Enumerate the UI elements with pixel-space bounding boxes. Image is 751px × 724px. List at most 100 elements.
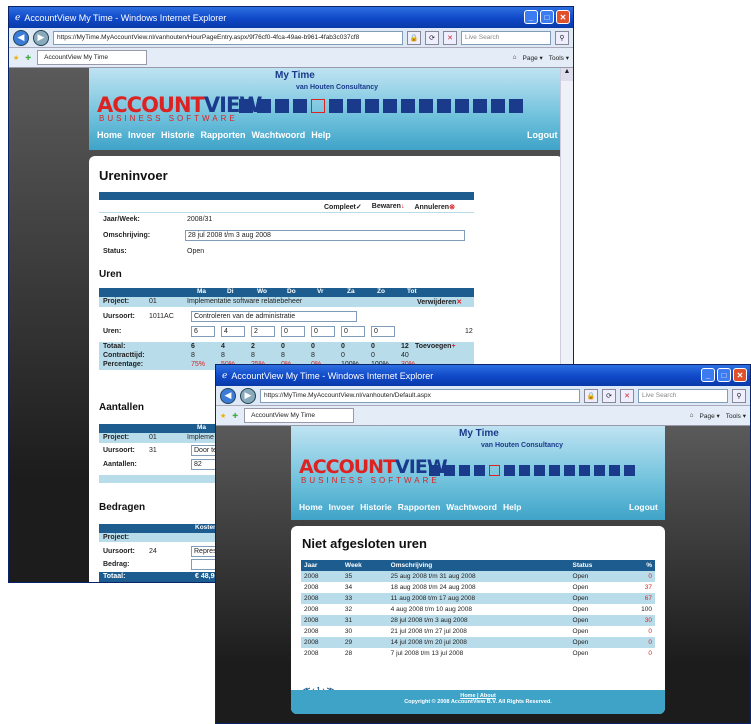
browser-tab-2[interactable]: AccountView My Time [244, 408, 355, 423]
table-row[interactable]: 2008 35 25 aug 2008 t/m 31 aug 2008 Open 0 [301, 571, 655, 582]
menu-home[interactable]: Home [97, 130, 122, 140]
totaal-cell: 12 [401, 343, 409, 350]
bewaren-button[interactable]: Bewaren↓ [372, 203, 405, 211]
search-icon[interactable]: ⚲ [732, 388, 746, 403]
scroll-up-icon[interactable]: ▲ [561, 68, 573, 81]
favorites-star-icon[interactable]: ★ [13, 54, 19, 62]
table-cell: 35 [344, 573, 353, 580]
table-header: Jaar Week Omschrijving Status% [301, 560, 655, 571]
menu-help[interactable]: Help [311, 130, 331, 140]
ie-icon: ℯ [15, 12, 21, 22]
menu-help[interactable]: Help [503, 502, 521, 512]
project-name: Implementatie software relatiebeheer [187, 298, 303, 305]
table-row[interactable]: 2008 29 14 jul 2008 t/m 20 jul 2008 Open 0 [301, 637, 655, 648]
minimize-button[interactable]: _ [701, 368, 715, 382]
verwijderen-button[interactable]: Verwijderen✕ [417, 298, 462, 306]
close-button[interactable]: ✕ [556, 10, 570, 24]
table-cell: 0 [648, 639, 652, 646]
table-row[interactable]: 2008 30 21 jul 2008 t/m 27 jul 2008 Open 0 [301, 626, 655, 637]
forward-button[interactable]: ▶ [240, 387, 256, 404]
page-menu[interactable]: Page ▾ [523, 54, 543, 62]
table-cell: 18 aug 2008 t/m 24 aug 2008 [390, 584, 476, 591]
totaal-cell: 6 [191, 343, 195, 350]
search-input[interactable]: Live Search [461, 30, 551, 45]
totaal-cell: 0 [341, 343, 345, 350]
menu-wachtwoord[interactable]: Wachtwoord [446, 502, 497, 512]
url-field-2[interactable]: https://MyTime.MyAccountView.nl/vanhoute… [260, 388, 580, 403]
table-cell: 29 [344, 639, 353, 646]
uursoort-field[interactable]: Controleren van de administratie [191, 311, 357, 322]
add-favorite-icon[interactable]: ✚ [232, 412, 238, 420]
back-button[interactable]: ◀ [220, 387, 236, 404]
refresh-button[interactable]: ⟳ [425, 30, 439, 45]
table-cell: 2008 [304, 606, 319, 613]
maximize-button[interactable]: □ [717, 368, 731, 382]
back-button[interactable]: ◀ [13, 29, 29, 46]
menu-historie[interactable]: Historie [161, 130, 195, 140]
page-title: Ureninvoer [99, 168, 168, 183]
table-row[interactable]: 2008 32 4 aug 2008 t/m 10 aug 2008 Open 100 [301, 604, 655, 615]
totaal-cell: 0 [311, 343, 315, 350]
table-row[interactable]: 2008 28 7 jul 2008 t/m 13 jul 2008 Open 0 [301, 648, 655, 659]
menu-invoer[interactable]: Invoer [329, 502, 355, 512]
table-row[interactable]: 2008 31 28 jul 2008 t/m 3 aug 2008 Open 30 [301, 615, 655, 626]
url-field[interactable]: https://MyTime.MyAccountView.nl/vanhoute… [53, 30, 403, 45]
browser-tab[interactable]: AccountView My Time [37, 50, 148, 65]
address-bar: ◀ ▶ https://MyTime.MyAccountView.nl/vanh… [9, 28, 573, 48]
menu-home[interactable]: Home [299, 502, 323, 512]
menu-historie[interactable]: Historie [360, 502, 392, 512]
contract-cell: 40 [401, 352, 409, 359]
tools-menu[interactable]: Tools ▾ [726, 412, 746, 420]
company-name: van Houten Consultancy [481, 442, 564, 449]
tools-menu[interactable]: Tools ▾ [549, 54, 569, 62]
minimize-button[interactable]: _ [524, 10, 538, 24]
lock-icon[interactable]: 🔒 [407, 30, 421, 45]
logout-link[interactable]: Logout [629, 502, 658, 512]
add-favorite-icon[interactable]: ✚ [25, 54, 31, 62]
omschrijving-field[interactable]: 28 jul 2008 t/m 3 aug 2008 [185, 230, 465, 241]
refresh-button[interactable]: ⟳ [602, 388, 616, 403]
stop-button[interactable]: ✕ [620, 388, 634, 403]
toevoegen-button[interactable]: Toevoegen+ [415, 343, 456, 350]
compleet-button[interactable]: Compleet✓ [324, 203, 362, 211]
table-row[interactable]: 2008 33 11 aug 2008 t/m 17 aug 2008 Open 67 [301, 593, 655, 604]
contract-cell: 0 [371, 352, 375, 359]
menu-wachtwoord[interactable]: Wachtwoord [252, 130, 306, 140]
uren-input[interactable]: 6 [191, 326, 215, 337]
table-cell: 0 [648, 628, 652, 635]
table-row[interactable]: 2008 34 18 aug 2008 t/m 24 aug 2008 Open 37 [301, 582, 655, 593]
uren-input[interactable]: 2 [251, 326, 275, 337]
table-cell: 67 [644, 595, 652, 602]
annuleren-button[interactable]: Annuleren⊗ [414, 203, 455, 211]
column-header: Omschrijving [390, 562, 433, 569]
maximize-button[interactable]: □ [540, 10, 554, 24]
menu-rapporten[interactable]: Rapporten [398, 502, 441, 512]
search-icon[interactable]: ⚲ [555, 30, 569, 45]
uren-input[interactable]: 0 [311, 326, 335, 337]
day-header: Do [287, 288, 296, 295]
logout-link[interactable]: Logout [527, 130, 558, 140]
close-button[interactable]: ✕ [733, 368, 747, 382]
main-menu: Home Invoer Historie Rapporten Wachtwoord Hel… [97, 130, 331, 140]
lock-icon[interactable]: 🔒 [584, 388, 598, 403]
uren-input[interactable]: 0 [371, 326, 395, 337]
page-menu[interactable]: Page ▾ [700, 412, 720, 420]
table-cell: 100 [641, 606, 652, 613]
favorites-star-icon[interactable]: ★ [220, 412, 226, 420]
aantallen-uursoort-code: 31 [149, 447, 157, 454]
table-cell: Open [572, 595, 589, 602]
search-input-2[interactable]: Live Search [638, 388, 728, 403]
table-cell: Open [572, 606, 589, 613]
menu-rapporten[interactable]: Rapporten [201, 130, 246, 140]
uren-input[interactable]: 4 [221, 326, 245, 337]
window-title: AccountView My Time - Windows Internet E… [24, 12, 227, 23]
day-header: Ma [197, 288, 207, 295]
forward-button[interactable]: ▶ [33, 29, 49, 46]
bedragen-uursoort-code: 24 [149, 548, 157, 555]
menu-invoer[interactable]: Invoer [128, 130, 155, 140]
stop-button[interactable]: ✕ [443, 30, 457, 45]
home-icon[interactable]: ⌂ [690, 412, 694, 420]
home-icon[interactable]: ⌂ [513, 54, 517, 62]
uren-input[interactable]: 0 [341, 326, 365, 337]
uren-input[interactable]: 0 [281, 326, 305, 337]
